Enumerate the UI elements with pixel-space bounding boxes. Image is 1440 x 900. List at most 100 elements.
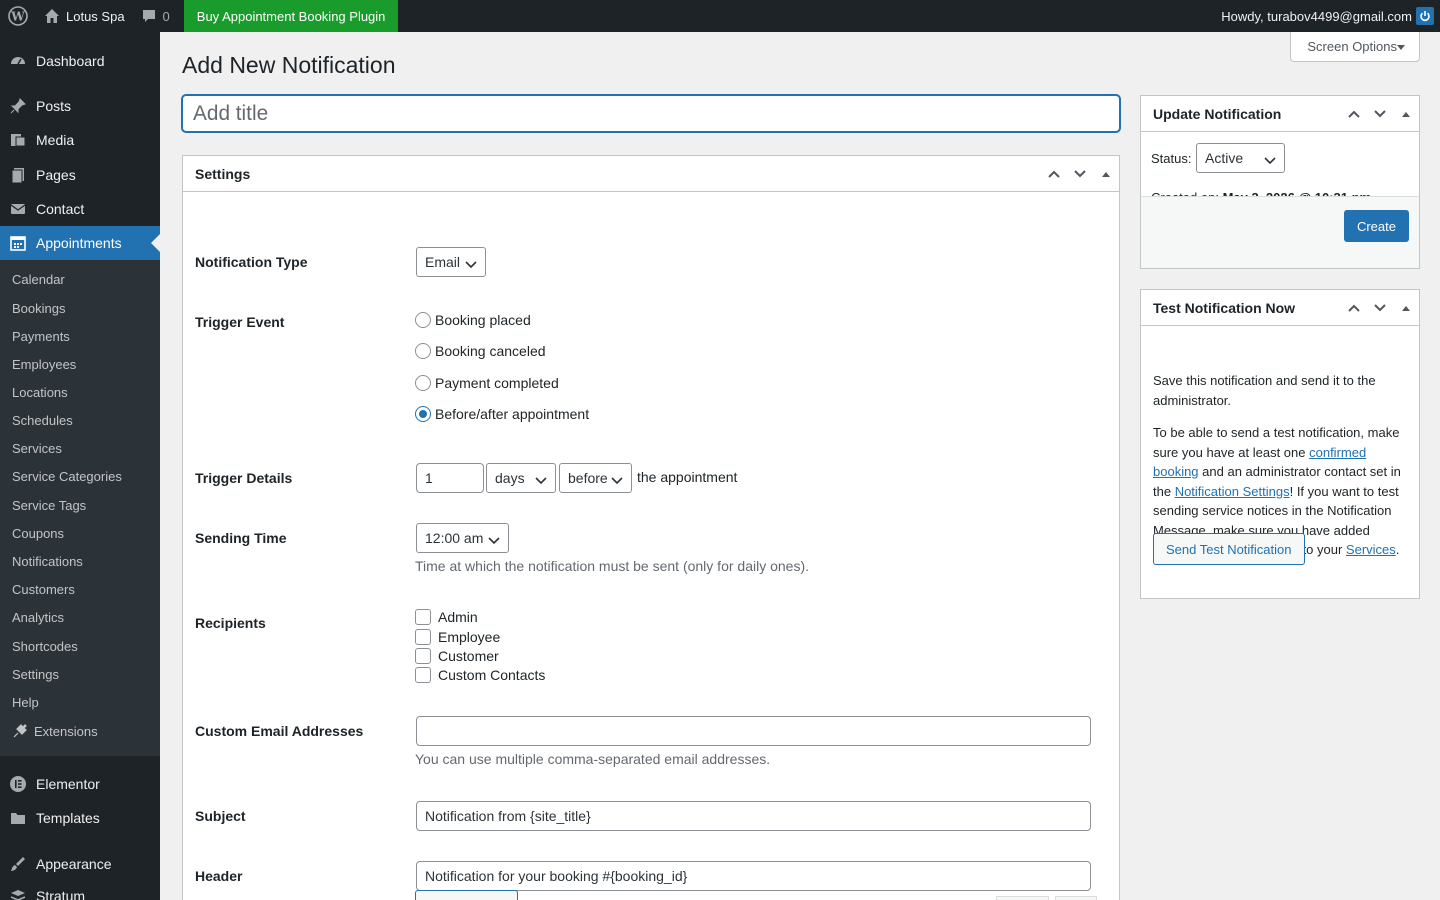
menu-appearance[interactable]: Appearance xyxy=(0,847,160,881)
select-value: Email xyxy=(425,254,461,270)
add-media-button[interactable] xyxy=(415,890,518,900)
trigger-direction-select[interactable]: before xyxy=(559,463,632,493)
wordpress-logo-icon[interactable]: W xyxy=(0,0,36,32)
settings-heading: Settings xyxy=(195,165,251,182)
logout-icon[interactable] xyxy=(1416,7,1434,25)
move-down-icon[interactable] xyxy=(1367,290,1393,326)
recipient-admin[interactable]: Admin xyxy=(415,609,478,625)
submenu-shortcodes[interactable]: Shortcodes xyxy=(12,639,78,654)
menu-contact[interactable]: Contact xyxy=(0,192,160,226)
submenu-settings[interactable]: Settings xyxy=(12,667,59,682)
notification-settings-link[interactable]: Notification Settings xyxy=(1175,484,1290,499)
checkbox[interactable] xyxy=(415,609,431,625)
submenu-analytics[interactable]: Analytics xyxy=(12,610,64,625)
radio-button-checked[interactable] xyxy=(415,406,431,422)
submenu-schedules[interactable]: Schedules xyxy=(12,413,73,428)
custom-emails-label: Custom Email Addresses xyxy=(195,723,364,739)
metabox-controls xyxy=(1041,156,1119,192)
submenu-service-categories[interactable]: Service Categories xyxy=(12,469,122,484)
select-value: days xyxy=(495,470,525,486)
settings-metabox: Settings Notification Type Email Trigger… xyxy=(182,155,1120,900)
move-up-icon[interactable] xyxy=(1341,96,1367,132)
submenu-calendar[interactable]: Calendar xyxy=(12,272,65,287)
radio-before-after-appointment[interactable]: Before/after appointment xyxy=(415,406,589,422)
recipient-custom-contacts[interactable]: Custom Contacts xyxy=(415,667,545,683)
menu-stratum[interactable]: Stratum xyxy=(0,879,160,900)
buy-plugin-button[interactable]: Buy Appointment Booking Plugin xyxy=(183,0,399,32)
elementor-icon xyxy=(8,774,28,794)
radio-booking-canceled[interactable]: Booking canceled xyxy=(415,343,546,359)
menu-label: Templates xyxy=(36,810,100,826)
radio-label: Booking canceled xyxy=(435,343,546,359)
services-link[interactable]: Services xyxy=(1346,542,1396,557)
site-name-link[interactable]: Lotus Spa xyxy=(36,0,133,32)
test-notification-header[interactable]: Test Notification Now xyxy=(1141,290,1419,326)
submenu-customers[interactable]: Customers xyxy=(12,582,75,597)
trigger-amount-input[interactable]: 1 xyxy=(416,463,484,493)
move-up-icon[interactable] xyxy=(1041,156,1067,192)
chevron-down-icon xyxy=(1264,153,1276,169)
admin-sidebar: Dashboard Posts Media Pages Contact Appo… xyxy=(0,32,160,900)
checkbox[interactable] xyxy=(415,667,431,683)
menu-templates[interactable]: Templates xyxy=(0,801,160,835)
collapse-toggle-icon[interactable] xyxy=(1093,156,1119,192)
collapse-toggle-icon[interactable] xyxy=(1393,96,1419,132)
sending-time-select[interactable]: 12:00 am xyxy=(416,523,509,553)
move-down-icon[interactable] xyxy=(1067,156,1093,192)
radio-button[interactable] xyxy=(415,375,431,391)
subject-input[interactable]: Notification from {site_title} xyxy=(416,801,1091,831)
comments-link[interactable]: 0 xyxy=(133,0,178,32)
submenu-bookings[interactable]: Bookings xyxy=(12,301,65,316)
submenu-services[interactable]: Services xyxy=(12,441,62,456)
checkbox[interactable] xyxy=(415,629,431,645)
custom-emails-input[interactable] xyxy=(416,716,1091,746)
page-title: Add New Notification xyxy=(182,52,396,78)
editor-tab-text[interactable] xyxy=(1055,896,1097,900)
metabox-controls xyxy=(1341,290,1419,326)
submenu-service-tags[interactable]: Service Tags xyxy=(12,498,86,513)
submenu-notifications[interactable]: Notifications xyxy=(12,554,83,569)
menu-appointments[interactable]: Appointments xyxy=(0,226,160,260)
radio-booking-placed[interactable]: Booking placed xyxy=(415,312,531,328)
radio-payment-completed[interactable]: Payment completed xyxy=(415,375,559,391)
menu-posts[interactable]: Posts xyxy=(0,89,160,123)
submenu-help[interactable]: Help xyxy=(12,695,39,710)
settings-header[interactable]: Settings xyxy=(183,156,1119,192)
notification-type-select[interactable]: Email xyxy=(416,247,486,277)
appointments-submenu: Calendar Bookings Payments Employees Loc… xyxy=(0,260,160,756)
checkbox[interactable] xyxy=(415,648,431,664)
menu-label: Contact xyxy=(36,201,85,217)
submenu-coupons[interactable]: Coupons xyxy=(12,526,64,541)
menu-media[interactable]: Media xyxy=(0,123,160,157)
menu-pages[interactable]: Pages xyxy=(0,158,160,192)
create-button[interactable]: Create xyxy=(1343,210,1409,242)
send-test-notification-button[interactable]: Send Test Notification xyxy=(1153,533,1305,565)
update-notification-header[interactable]: Update Notification xyxy=(1141,96,1419,132)
plug-icon xyxy=(12,723,28,739)
screen-options-button[interactable]: Screen Options xyxy=(1290,32,1420,62)
editor-tab-visual[interactable] xyxy=(996,896,1049,900)
move-up-icon[interactable] xyxy=(1341,290,1367,326)
collapse-toggle-icon[interactable] xyxy=(1393,290,1419,326)
radio-button[interactable] xyxy=(415,312,431,328)
submenu-extensions[interactable]: Extensions xyxy=(12,723,98,739)
move-down-icon[interactable] xyxy=(1367,96,1393,132)
submenu-payments[interactable]: Payments xyxy=(12,329,70,344)
menu-elementor[interactable]: Elementor xyxy=(0,767,160,801)
header-input[interactable]: Notification for your booking #{booking_… xyxy=(416,861,1091,891)
recipient-customer[interactable]: Customer xyxy=(415,648,499,664)
test-notification-heading: Test Notification Now xyxy=(1153,299,1296,316)
dashboard-icon xyxy=(8,51,28,71)
recipient-employee[interactable]: Employee xyxy=(415,629,500,645)
user-account-menu[interactable]: Howdy, turabov4499@gmail.com xyxy=(1213,0,1440,32)
submenu-employees[interactable]: Employees xyxy=(12,357,76,372)
title-input[interactable] xyxy=(182,95,1120,132)
status-select[interactable]: Active xyxy=(1196,143,1285,173)
menu-label: Elementor xyxy=(36,776,100,792)
menu-dashboard[interactable]: Dashboard xyxy=(0,44,160,78)
folder-icon xyxy=(8,808,28,828)
radio-label: Booking placed xyxy=(435,312,531,328)
submenu-locations[interactable]: Locations xyxy=(12,385,68,400)
radio-button[interactable] xyxy=(415,343,431,359)
trigger-unit-select[interactable]: days xyxy=(486,463,556,493)
